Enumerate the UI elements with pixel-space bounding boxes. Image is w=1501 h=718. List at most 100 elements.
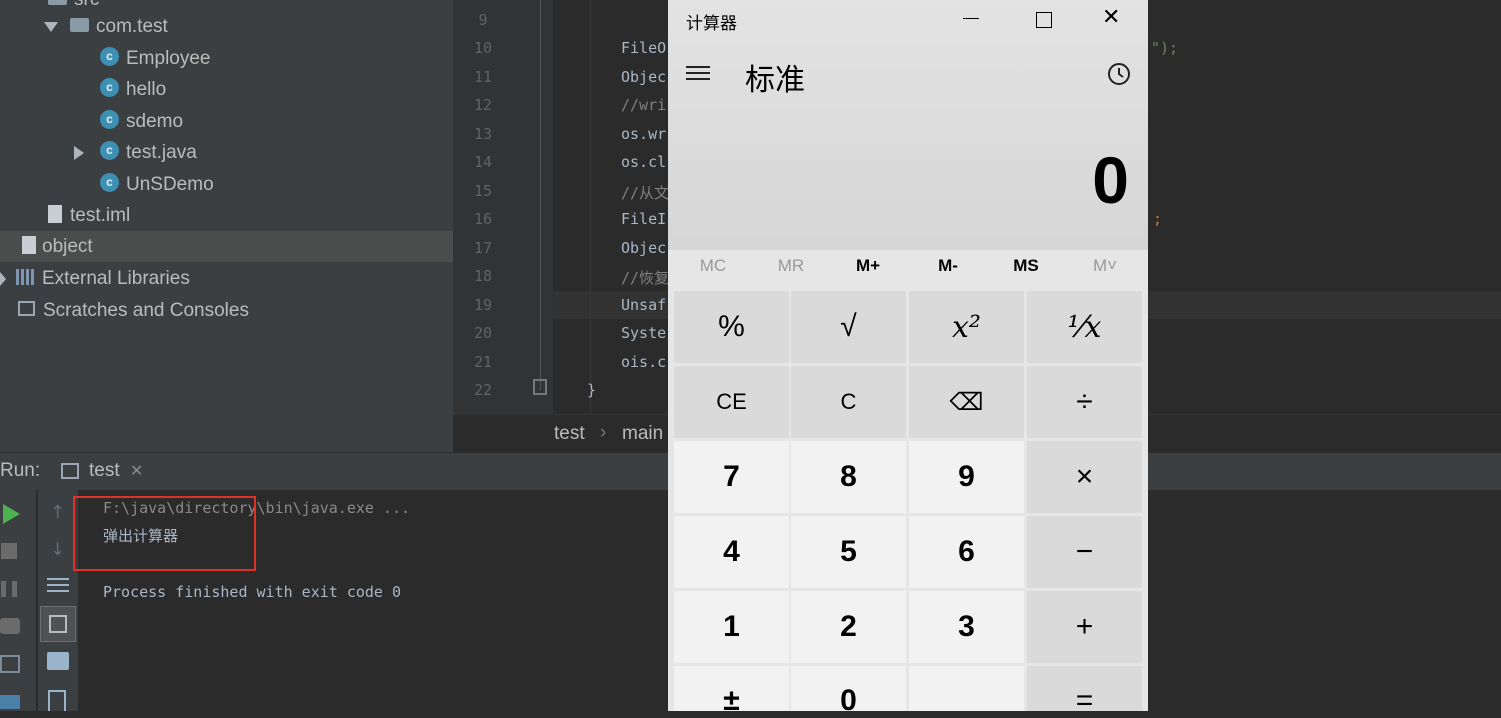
digit-1-button[interactable]: 1: [674, 591, 789, 663]
tree-item-com-test[interactable]: com.test: [44, 11, 168, 42]
code-fragment: ");: [1151, 39, 1179, 57]
tree-item-label: src: [74, 0, 99, 10]
soft-wrap-icon[interactable]: [47, 576, 69, 592]
digit-8-button[interactable]: 8: [791, 441, 906, 513]
layout-icon[interactable]: [0, 695, 20, 709]
pause-icon[interactable]: [1, 581, 17, 597]
class-icon: c: [100, 47, 119, 67]
breadcrumb-item[interactable]: main: [622, 423, 663, 445]
memory-store-button[interactable]: MS: [991, 256, 1061, 276]
memory-list-button[interactable]: M˅: [1070, 256, 1140, 276]
digit-7-button[interactable]: 7: [674, 441, 789, 513]
scroll-to-end-button[interactable]: [40, 606, 76, 642]
line-number: 11: [473, 68, 493, 86]
digit-4-button[interactable]: 4: [674, 516, 789, 588]
tree-item-unsdemo[interactable]: c UnSDemo: [100, 169, 214, 200]
digit-3-button[interactable]: 3: [909, 591, 1024, 663]
rerun-icon[interactable]: [2, 504, 20, 524]
tree-item-employee[interactable]: c Employee: [100, 43, 211, 74]
clear-button[interactable]: C: [791, 366, 906, 438]
line-number: 10: [473, 39, 493, 57]
tree-item-label: test.java: [126, 142, 197, 163]
camera-icon[interactable]: [0, 618, 20, 634]
arrow-down-icon[interactable]: ↓: [50, 539, 65, 560]
code-line[interactable]: ois.c: [621, 353, 666, 371]
code-line[interactable]: Objec: [621, 239, 666, 257]
chevron-down-icon[interactable]: [44, 21, 58, 32]
tree-item-hello[interactable]: c hello: [100, 74, 166, 105]
code-line[interactable]: os.wr: [621, 125, 666, 143]
breadcrumb-item[interactable]: test: [554, 423, 585, 445]
code-line[interactable]: FileO: [621, 39, 666, 57]
line-number: 9: [478, 11, 488, 29]
tree-item-object[interactable]: object: [0, 231, 453, 262]
code-line[interactable]: Objec: [621, 68, 666, 86]
memory-recall-button[interactable]: MR: [756, 256, 826, 276]
memory-add-button[interactable]: M+: [833, 256, 903, 276]
scroll-to-end-icon: [49, 615, 67, 633]
maximize-button[interactable]: [1036, 12, 1052, 28]
code-comment[interactable]: //从文: [621, 182, 669, 203]
line-number: 12: [473, 96, 493, 114]
code-line[interactable]: Syste: [621, 324, 666, 342]
backspace-icon[interactable]: ⌫: [909, 366, 1024, 438]
percent-button[interactable]: %: [674, 291, 789, 363]
decimal-button[interactable]: [909, 666, 1024, 711]
history-icon[interactable]: [1106, 61, 1132, 87]
close-button[interactable]: ✕: [1102, 5, 1120, 30]
highlight-box: [73, 496, 256, 571]
equals-button[interactable]: =: [1027, 666, 1142, 717]
code-line[interactable]: Unsaf: [621, 296, 666, 314]
console-icon: [61, 463, 79, 479]
divide-button[interactable]: ÷: [1027, 366, 1142, 438]
clear-entry-button[interactable]: CE: [674, 366, 789, 438]
square-button[interactable]: x²: [909, 291, 1024, 363]
digit-0-button[interactable]: 0: [791, 666, 906, 717]
print-icon[interactable]: [47, 652, 69, 670]
tree-item-test-iml[interactable]: test.iml: [48, 200, 130, 231]
line-number: 13: [473, 125, 493, 143]
code-line[interactable]: os.cl: [621, 153, 666, 171]
stop-icon[interactable]: [1, 543, 17, 559]
reciprocal-button[interactable]: ⅟x: [1027, 291, 1142, 363]
exit-icon[interactable]: [0, 655, 20, 673]
tree-item-sdemo[interactable]: c sdemo: [100, 106, 183, 137]
chevron-right-icon[interactable]: [0, 271, 6, 286]
memory-subtract-button[interactable]: M-: [913, 256, 983, 276]
line-number: 18: [473, 267, 493, 285]
hamburger-menu-icon[interactable]: [686, 66, 710, 80]
square-root-button[interactable]: √: [791, 291, 906, 363]
arrow-up-icon[interactable]: ↑: [50, 502, 65, 523]
calculator-header-area: [668, 0, 1148, 250]
trash-icon[interactable]: [48, 690, 66, 711]
tree-item-scratches[interactable]: Scratches and Consoles: [18, 295, 249, 326]
run-tab[interactable]: test: [89, 460, 120, 482]
class-icon: c: [100, 173, 119, 193]
digit-9-button[interactable]: 9: [909, 441, 1024, 513]
calculator-window: 计算器 ✕ 标准 0 MC MR M+ M- MS M˅ % √ x² ⅟x C…: [668, 0, 1148, 717]
memory-clear-button[interactable]: MC: [678, 256, 748, 276]
digit-6-button[interactable]: 6: [909, 516, 1024, 588]
tree-item-label: com.test: [96, 16, 168, 37]
digit-2-button[interactable]: 2: [791, 591, 906, 663]
tree-item-label: UnSDemo: [126, 174, 214, 195]
code-comment[interactable]: //恢复: [621, 267, 669, 288]
negate-button[interactable]: ±: [674, 666, 789, 717]
code-comment[interactable]: //wri: [621, 96, 666, 114]
add-button[interactable]: +: [1027, 591, 1142, 663]
fold-icon[interactable]: [533, 379, 547, 395]
code-line[interactable]: }: [587, 381, 596, 399]
subtract-button[interactable]: −: [1027, 516, 1142, 588]
tree-item-test-java[interactable]: c test.java: [74, 137, 197, 168]
console-output-line: Process finished with exit code 0: [103, 583, 402, 601]
digit-5-button[interactable]: 5: [791, 516, 906, 588]
multiply-button[interactable]: ×: [1027, 441, 1142, 513]
library-icon: [16, 268, 34, 285]
run-title: Run:: [0, 460, 41, 481]
tree-item-external-libraries[interactable]: External Libraries: [0, 263, 190, 294]
code-line[interactable]: FileI: [621, 210, 666, 228]
chevron-right-icon[interactable]: [74, 145, 84, 160]
fold-guide: [540, 0, 541, 390]
close-icon[interactable]: ✕: [130, 461, 143, 481]
minimize-button[interactable]: [963, 18, 979, 19]
